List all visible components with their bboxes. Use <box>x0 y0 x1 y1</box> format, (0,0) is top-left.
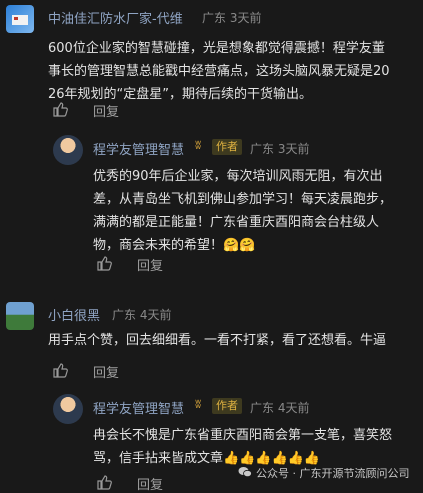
comment-line: 600位企业家的智慧碰撞，光是想象都觉得震撼！程学友董 <box>48 41 385 56</box>
watermark: 公众号 · 广东开源节流顾问公司 <box>256 467 410 480</box>
reply-text: 冉会长不愧是广东省重庆酉阳商会第一支笔，喜笑怒 骂，信手拈来皆成文章👍👍👍👍👍👍 <box>93 424 418 470</box>
author-avatar[interactable] <box>53 135 83 165</box>
thumbs-up-icon[interactable] <box>96 474 112 490</box>
wechat-icon <box>238 467 252 478</box>
reply-line: 优秀的90年后企业家，每次培训风雨无阻，有次出 <box>93 169 383 184</box>
author-name[interactable]: 程学友管理智慧 <box>93 139 184 158</box>
commenter-name[interactable]: 小白很黑 <box>48 305 100 324</box>
reply-button[interactable]: 回复 <box>93 362 119 381</box>
author-badge: 作者 <box>212 398 242 414</box>
reply-button[interactable]: 回复 <box>93 101 119 120</box>
comment-text: 600位企业家的智慧碰撞，光是想象都觉得震撼！程学友董 事长的管理智慧总能戳中经… <box>48 37 418 106</box>
reply-line: 差，从青岛坐飞机到佛山参加学习！每天凌晨跑步， <box>93 192 393 207</box>
thumbs-up-icon[interactable] <box>52 362 68 378</box>
laurel-icon: ʬ <box>195 138 202 152</box>
avatar[interactable] <box>6 5 34 33</box>
reply-meta: 广东 4天前 <box>250 401 310 415</box>
author-badge: 作者 <box>212 139 242 155</box>
commenter-name[interactable]: 中油佳汇防水厂家-代维 <box>48 8 183 27</box>
reply-text: 优秀的90年后企业家，每次培训风雨无阻，有次出 差，从青岛坐飞机到佛山参加学习！… <box>93 165 418 257</box>
reply-line: 满满的都是正能量！广东省重庆酉阳商会台柱级人 <box>93 215 380 230</box>
reply-line: 物，商会未来的希望！🤗🤗 <box>93 238 256 253</box>
reply-line: 冉会长不愧是广东省重庆酉阳商会第一支笔，喜笑怒 <box>93 428 393 443</box>
comment-line: 事长的管理智慧总能戳中经营痛点，这场头脑风暴无疑是20 <box>48 64 390 79</box>
thumbs-up-icon[interactable] <box>96 255 112 271</box>
author-avatar[interactable] <box>53 394 83 424</box>
thumbs-up-icon[interactable] <box>52 101 68 117</box>
comment-line: 用手点个赞，回去细细看。一看不打紧，看了还想看。牛逼 <box>48 333 387 348</box>
avatar[interactable] <box>6 302 34 330</box>
reply-meta: 广东 3天前 <box>250 142 310 156</box>
laurel-icon: ʬ <box>195 397 202 411</box>
reply-button[interactable]: 回复 <box>137 474 163 493</box>
author-name[interactable]: 程学友管理智慧 <box>93 398 184 417</box>
comment-text: 用手点个赞，回去细细看。一看不打紧，看了还想看。牛逼 <box>48 329 420 352</box>
comment-meta: 广东 4天前 <box>112 308 172 322</box>
reply-button[interactable]: 回复 <box>137 255 163 274</box>
comment-meta: 广东 3天前 <box>202 11 262 25</box>
